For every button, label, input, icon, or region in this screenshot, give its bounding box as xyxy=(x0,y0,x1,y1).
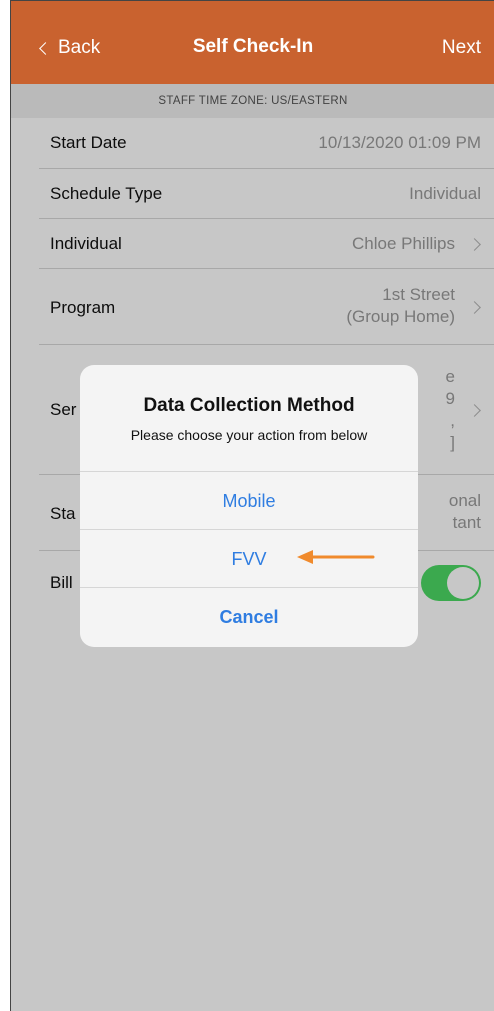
next-button[interactable]: Next xyxy=(442,37,481,59)
phone-screen: Back Self Check-In Next STAFF TIME ZONE:… xyxy=(10,0,494,1011)
navigation-bar: Back Self Check-In Next xyxy=(11,0,494,84)
dialog-message: Please choose your action from below xyxy=(130,427,368,443)
data-collection-dialog: Data Collection Method Please choose you… xyxy=(80,365,418,647)
mobile-button[interactable]: Mobile xyxy=(80,471,418,529)
dialog-title: Data Collection Method xyxy=(143,395,355,416)
cancel-button[interactable]: Cancel xyxy=(80,587,418,645)
page-title: Self Check-In xyxy=(192,36,314,57)
arrow-left-icon xyxy=(297,550,375,564)
